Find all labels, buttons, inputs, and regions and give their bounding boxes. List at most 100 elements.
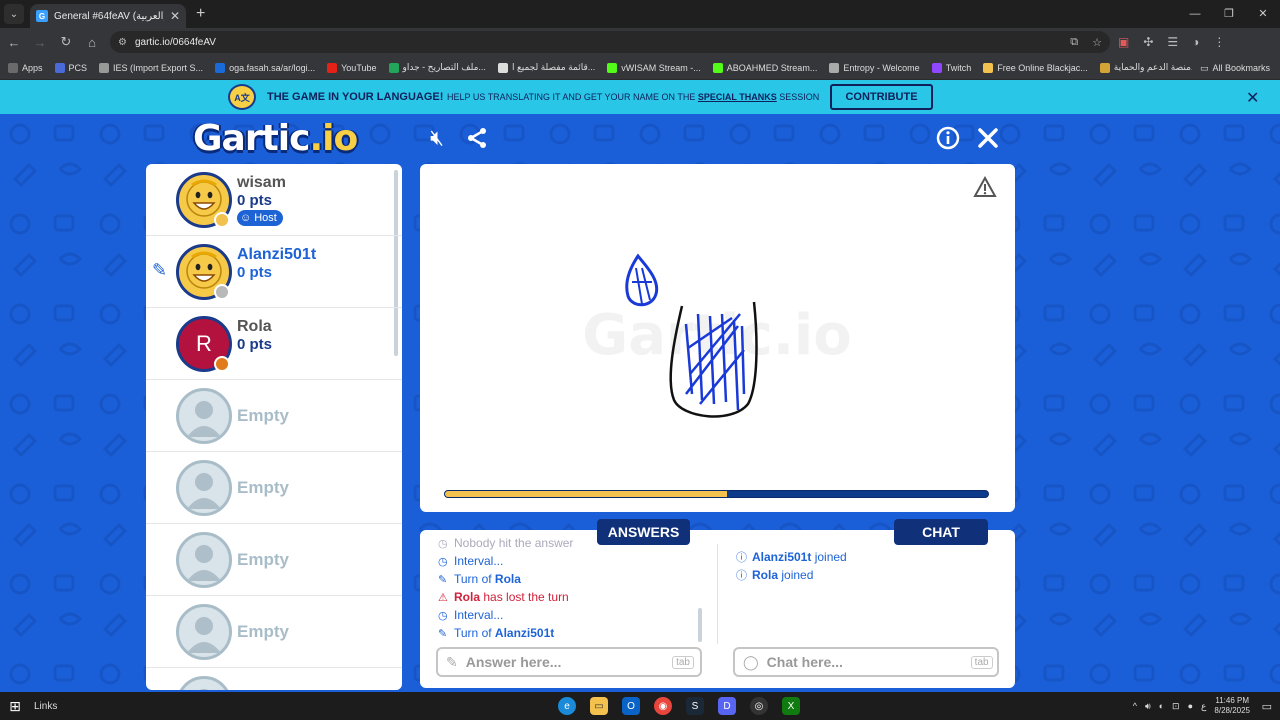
forward-icon[interactable]: → xyxy=(28,35,52,50)
bookmark-label: PCS xyxy=(68,62,88,73)
answer-log-line: ◷ Interval... xyxy=(438,606,708,624)
answers-scrollbar[interactable] xyxy=(698,608,702,642)
outlook-icon[interactable]: O xyxy=(622,697,640,715)
avatar xyxy=(176,532,232,588)
bookmark-item[interactable]: vWISAM Stream -... xyxy=(607,62,701,73)
install-app-icon[interactable]: ⧉ xyxy=(1070,36,1078,49)
bookmark-label: Free Online Blackjac... xyxy=(997,62,1088,73)
player-name: wisam xyxy=(237,174,286,191)
chat-log-line: ⓘ Rola joined xyxy=(736,566,847,584)
file-explorer-icon[interactable]: ▭ xyxy=(590,697,608,715)
bookmark-item[interactable]: Free Online Blackjac... xyxy=(983,62,1088,73)
bookmark-item[interactable]: قائمة مفصلة لجميع ا... xyxy=(497,62,595,73)
log-prefix: Turn of xyxy=(454,572,495,586)
microphone-icon[interactable]: ● xyxy=(1188,701,1193,711)
bookmark-label: ملف التصاريح - جداو... xyxy=(402,62,486,72)
chrome-icon[interactable]: ◉ xyxy=(654,697,672,715)
tray-chevron-icon[interactable]: ^ xyxy=(1133,701,1137,711)
volume-icon[interactable]: 🔊︎ xyxy=(1145,701,1151,712)
bookmark-item[interactable]: PCS xyxy=(54,62,88,73)
bookmark-favicon-icon xyxy=(983,62,994,73)
chat-log-line: ⓘ Alanzi501t joined xyxy=(736,548,847,566)
bookmark-item[interactable]: Apps xyxy=(8,62,43,73)
new-tab-icon[interactable]: + xyxy=(196,5,205,23)
reading-list-icon[interactable]: ☰ xyxy=(1167,35,1178,49)
player-points: 0 pts xyxy=(237,264,273,281)
reload-icon[interactable]: ↻ xyxy=(54,34,78,50)
xbox-icon[interactable]: X xyxy=(782,697,800,715)
answer-log-line: ◷ Interval... xyxy=(438,552,708,570)
url-bar[interactable]: ⚙ gartic.io/0664feAV ⧉ ☆ xyxy=(110,31,1110,53)
player-name: Rola xyxy=(237,318,272,335)
links-toolbar[interactable]: Links xyxy=(34,701,57,712)
contribute-button[interactable]: CONTRIBUTE xyxy=(830,84,933,110)
restore-icon[interactable]: ❐ xyxy=(1212,0,1246,28)
bookmark-item[interactable]: ABOAHMED Stream... xyxy=(712,62,818,73)
chat-field[interactable]: ◯ tab xyxy=(733,647,999,677)
bookmark-item[interactable]: YouTube xyxy=(327,62,377,73)
round-progress-fill xyxy=(445,491,728,497)
network-icon[interactable]: ⊡ xyxy=(1172,701,1180,712)
player-row[interactable]: Alanzi501t 0 pts ✎ xyxy=(146,236,402,308)
banner-close-icon[interactable]: ✕ xyxy=(1246,88,1259,108)
answers-chat-panel: ANSWERS CHAT ◷ Nobody hit the answer ◷ Inte… xyxy=(420,519,1015,688)
all-bookmarks-label: All Bookmarks xyxy=(1212,63,1270,73)
share-icon[interactable] xyxy=(463,124,491,152)
tab-search-icon[interactable]: ⌄ xyxy=(4,4,24,24)
all-bookmarks-button[interactable]: ▭ All Bookmarks xyxy=(1191,56,1270,79)
steam-icon[interactable]: S xyxy=(686,697,704,715)
sound-toggle-icon[interactable]: 🔇︎ xyxy=(423,124,451,152)
bookmark-label: ABOAHMED Stream... xyxy=(726,62,818,73)
bookmark-star-icon[interactable]: ☆ xyxy=(1092,36,1102,49)
browser-toolbar: ← → ↻ ⌂ ⚙ gartic.io/0664feAV ⧉ ☆ ▣ ✣ ☰ ◑… xyxy=(0,28,1280,56)
site-info-icon[interactable]: ⚙ xyxy=(118,37,127,48)
player-row[interactable]: R Rola 0 pts xyxy=(146,308,402,380)
info-icon[interactable] xyxy=(934,124,962,152)
extensions-puzzle-icon[interactable]: ✣ xyxy=(1143,35,1153,49)
bookmark-item[interactable]: Entropy - Welcome xyxy=(829,62,920,73)
player-slot-empty: Empty xyxy=(146,380,402,452)
browser-tab-active[interactable]: G General #64feAV (العربية) - Gar ✕ xyxy=(30,4,186,28)
bookmark-item[interactable]: منصة الدعم والحماية... xyxy=(1099,62,1199,73)
bookmark-item[interactable]: Twitch xyxy=(931,62,971,73)
player-row[interactable]: wisam 0 pts ☺ Host xyxy=(146,164,402,236)
discord-icon[interactable]: D xyxy=(718,697,736,715)
banner-text-prefix: HELP US TRANSLATING IT AND GET YOUR NAME… xyxy=(447,92,698,102)
bookmark-item[interactable]: ملف التصاريح - جداو... xyxy=(388,62,486,73)
profile-icon[interactable]: ◑ xyxy=(1192,35,1199,49)
tab-title: General #64feAV (العربية) - Gar xyxy=(54,10,164,22)
log-text: Rola has lost the turn xyxy=(454,590,569,604)
menu-kebab-icon[interactable]: ⋮ xyxy=(1213,35,1225,49)
chat-input[interactable] xyxy=(766,654,963,670)
system-clock[interactable]: 11:46 PM 8/28/2025 xyxy=(1214,696,1250,716)
special-thanks-link[interactable]: SPECIAL THANKS xyxy=(698,92,777,102)
windows-start-icon[interactable]: ⊞ xyxy=(0,698,30,715)
clock-icon: ◷ xyxy=(438,609,448,622)
tab-close-icon[interactable]: ✕ xyxy=(170,9,180,23)
bookmark-item[interactable]: IES (Import Export S... xyxy=(99,62,203,73)
bookmark-favicon-icon xyxy=(931,62,942,73)
gartic-logo: Gartic.io xyxy=(193,118,358,159)
home-icon[interactable]: ⌂ xyxy=(80,35,104,50)
notifications-icon[interactable]: ▭ xyxy=(1262,700,1272,713)
bookmark-label: منصة الدعم والحماية... xyxy=(1113,62,1199,72)
back-icon[interactable]: ← xyxy=(2,35,26,50)
tray-app-icon[interactable]: ◐ xyxy=(1159,701,1164,711)
report-warning-icon[interactable] xyxy=(973,175,997,204)
edge-icon[interactable]: e xyxy=(558,697,576,715)
exit-icon[interactable] xyxy=(974,124,1002,152)
extension-badge-icon[interactable]: ▣ xyxy=(1118,35,1129,49)
bookmark-favicon-icon xyxy=(1099,62,1110,73)
minimize-icon[interactable]: — xyxy=(1178,0,1212,28)
bookmark-item[interactable]: oga.fasah.sa/ar/logi... xyxy=(215,62,315,73)
info-small-icon: ⓘ xyxy=(736,552,747,564)
answer-input[interactable] xyxy=(465,654,665,670)
app-icon[interactable]: ◎ xyxy=(750,697,768,715)
chat-text: Rola joined xyxy=(752,568,813,582)
player-name: Empty xyxy=(237,478,289,497)
lang-indicator[interactable]: ع xyxy=(1201,701,1206,712)
close-window-icon[interactable]: ✕ xyxy=(1246,0,1280,28)
drawing-canvas[interactable]: Gartic.io xyxy=(420,164,1015,512)
drawing-pencil-icon: ✎ xyxy=(152,260,168,280)
answer-field[interactable]: ✎ tab xyxy=(436,647,702,677)
